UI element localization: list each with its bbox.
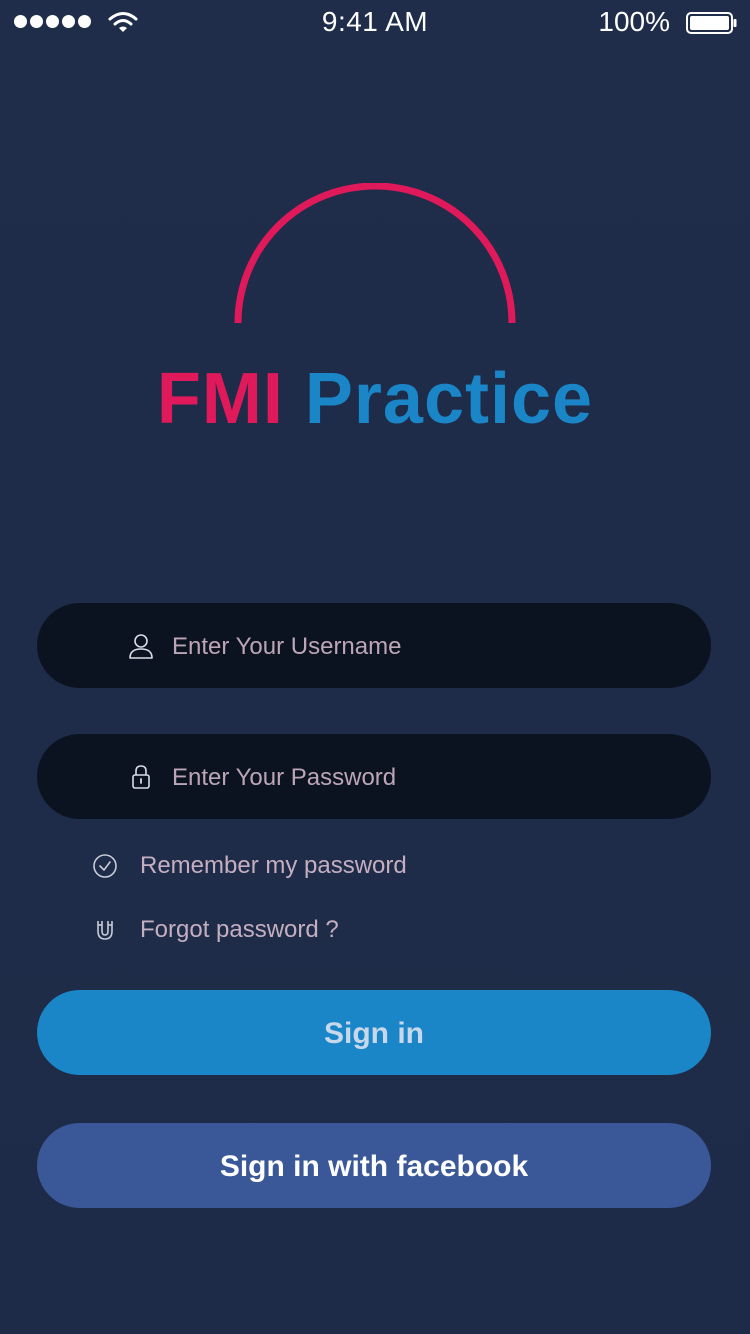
facebook-sign-in-button[interactable]: Sign in with facebook xyxy=(37,1123,711,1208)
password-field[interactable] xyxy=(37,734,711,821)
check-circle-icon[interactable] xyxy=(92,853,118,879)
sign-in-button[interactable]: Sign in xyxy=(37,990,711,1075)
logo-word-practice: Practice xyxy=(304,359,594,439)
username-input[interactable] xyxy=(170,603,694,690)
magnet-icon xyxy=(97,921,113,940)
battery-icon xyxy=(686,12,737,34)
login-screen: 9:41 AM 100% FMI Practice Enter Your Use… xyxy=(0,0,750,1334)
battery-percent: 100% xyxy=(598,6,670,37)
forgot-password-link[interactable]: Forgot password ? xyxy=(92,913,339,947)
logo-arc xyxy=(234,183,516,324)
username-field[interactable] xyxy=(37,603,711,690)
app-logo-title: FMI Practice xyxy=(0,358,750,440)
logo-word-fmi: FMI xyxy=(156,359,284,439)
status-bar: 9:41 AM 100% xyxy=(0,0,750,46)
password-input[interactable] xyxy=(170,734,694,821)
user-icon xyxy=(129,634,153,659)
forgot-password-label[interactable]: Forgot password ? xyxy=(140,916,339,944)
remember-password-label[interactable]: Remember my password xyxy=(140,852,407,880)
lock-icon xyxy=(132,765,150,789)
remember-password-option[interactable]: Remember my password xyxy=(92,849,407,883)
